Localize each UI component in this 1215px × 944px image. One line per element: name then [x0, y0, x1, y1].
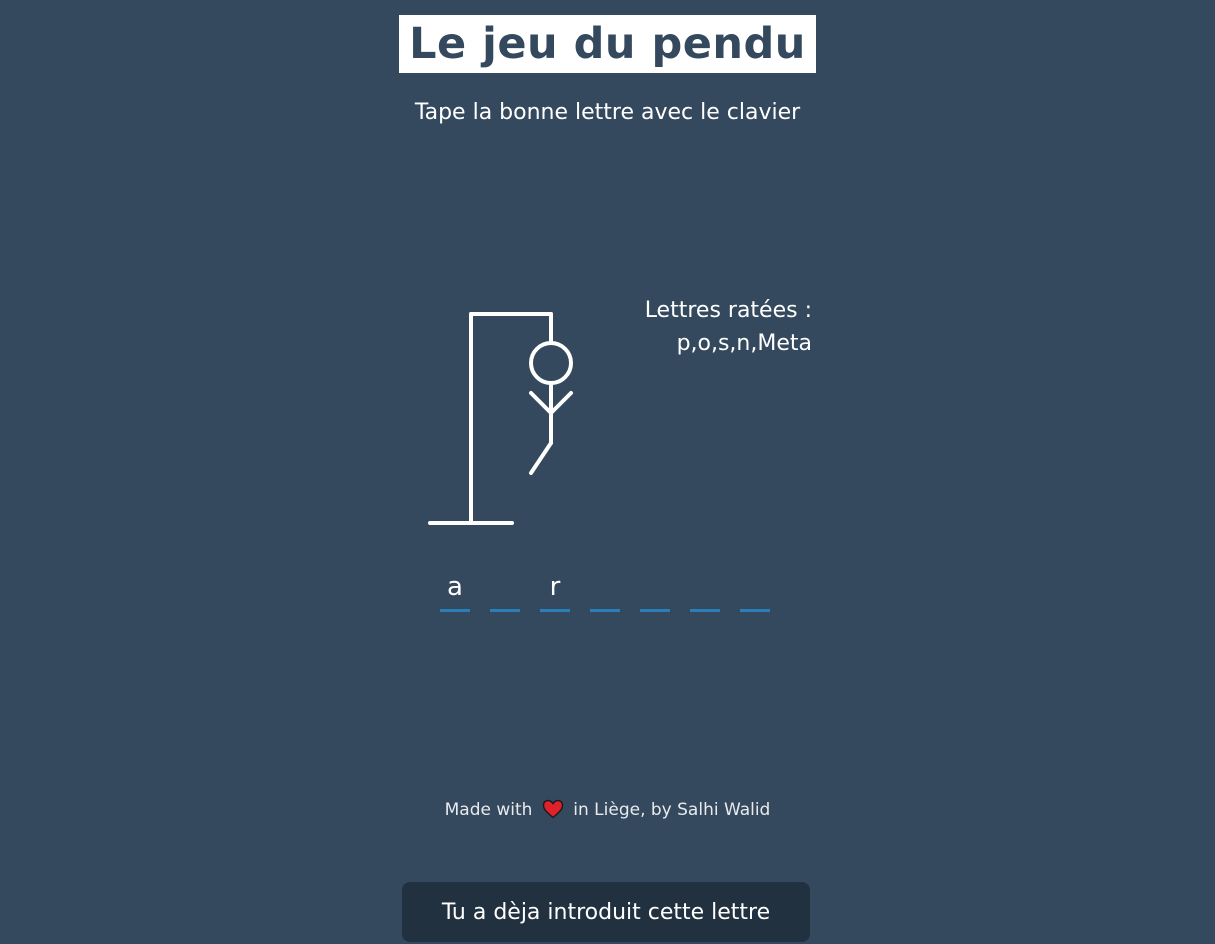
letter-slot: [740, 568, 770, 612]
letter-slot: [490, 568, 520, 612]
letter-slot: [590, 568, 620, 612]
letter-slot: r: [540, 568, 570, 612]
letter-slot: a: [440, 568, 470, 612]
wrong-letters-panel: Lettres ratées : p,o,s,n,Meta: [600, 294, 812, 360]
title-container: Le jeu du pendu: [0, 15, 1215, 73]
hangman-figure: [428, 312, 573, 525]
footer-text-after: in Liège, by Salhi Walid: [573, 800, 771, 820]
footer-text-before: Made with: [444, 800, 533, 820]
wrong-letters-label: Lettres ratées :: [644, 298, 812, 323]
instructions-text: Tape la bonne lettre avec le clavier: [414, 100, 801, 125]
hangman-left-arm: [529, 391, 553, 415]
word-display: a r: [440, 568, 790, 612]
letter-slot: [690, 568, 720, 612]
hangman-right-arm: [549, 391, 573, 415]
heart-icon: [542, 799, 564, 819]
hangman-head: [529, 341, 573, 385]
page-title: Le jeu du pendu: [399, 15, 816, 73]
notification-popup: Tu a dèja introduit cette lettre: [402, 882, 810, 942]
letter-slot: [640, 568, 670, 612]
hangman-left-leg: [529, 441, 553, 475]
notification-text: Tu a dèja introduit cette lettre: [441, 900, 771, 925]
footer-credit: Made with in Liège, by Salhi Walid: [0, 797, 1215, 823]
wrong-letters-list: p,o,s,n,Meta: [676, 331, 812, 356]
